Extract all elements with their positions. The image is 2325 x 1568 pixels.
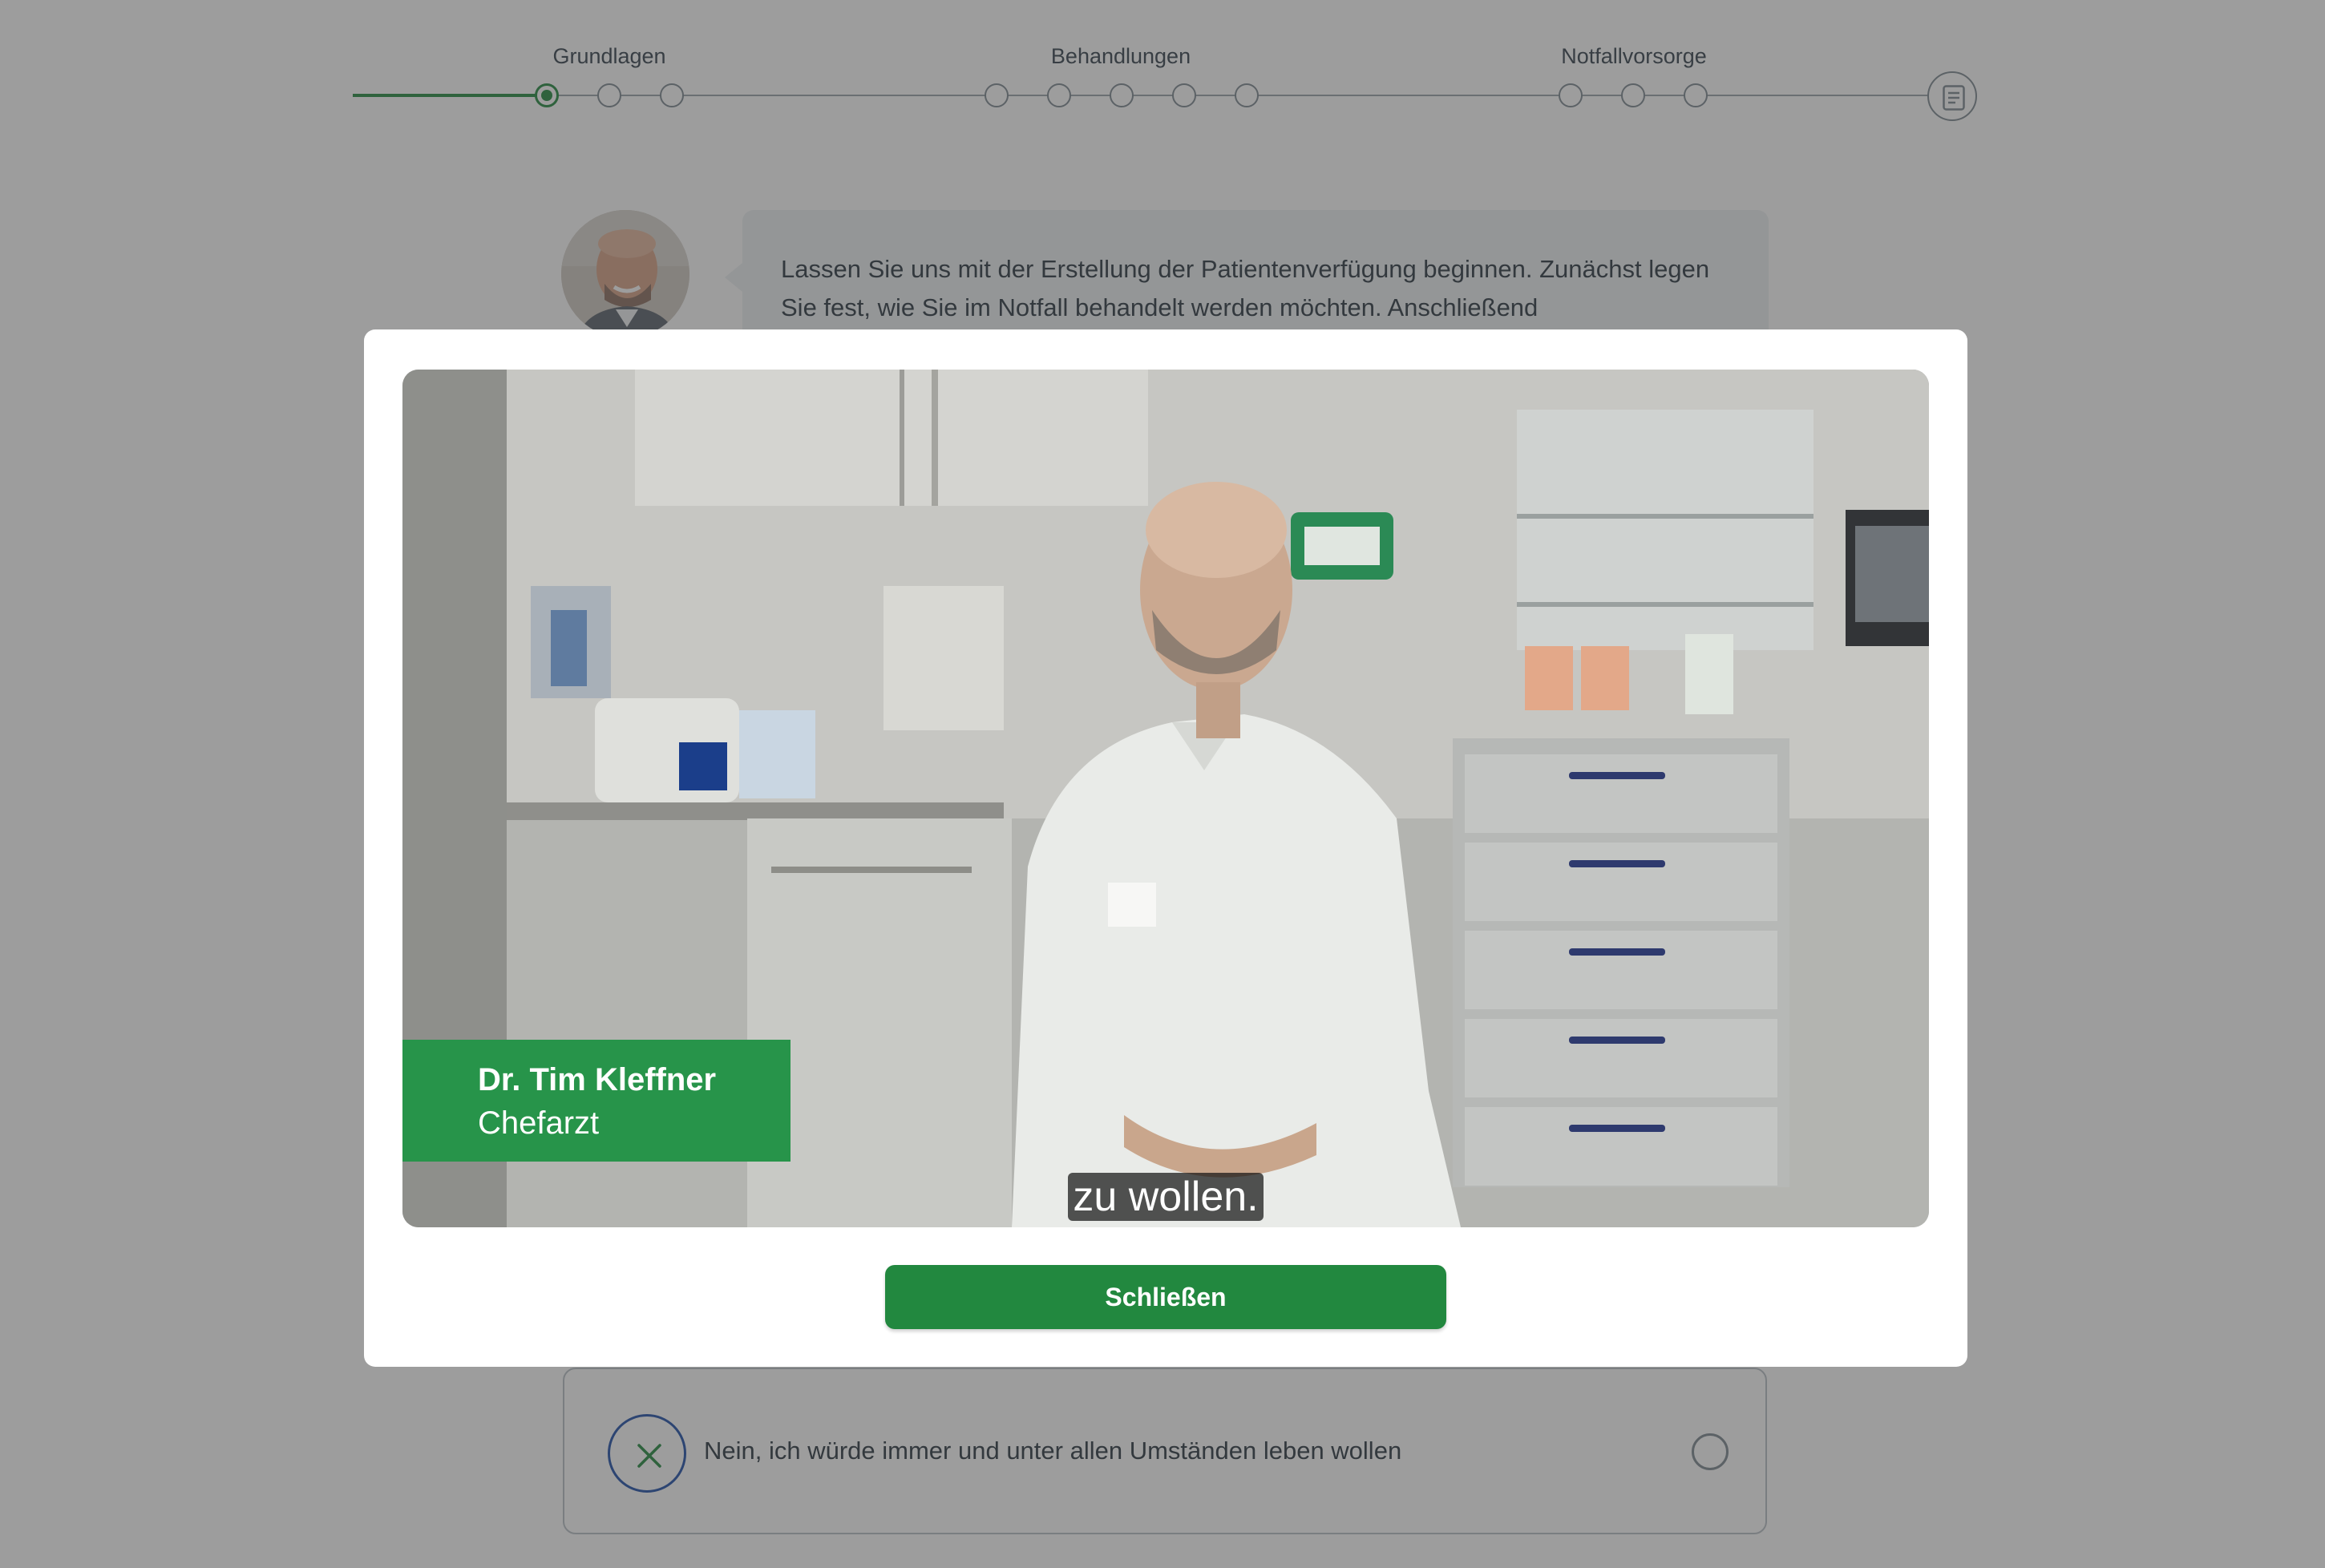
subtitle-text: zu wollen. [1068,1173,1264,1221]
speaker-role: Chefarzt [478,1105,600,1141]
speaker-lower-third: Dr. Tim Kleffner Chefarzt [402,1040,790,1162]
video-player[interactable]: Dr. Tim Kleffner Chefarzt zu wollen. [402,370,1929,1227]
speaker-name: Dr. Tim Kleffner [478,1062,717,1097]
video-subtitle: zu wollen. [402,1173,1929,1221]
video-modal: Dr. Tim Kleffner Chefarzt zu wollen. Sch… [364,329,1967,1367]
close-modal-button[interactable]: Schließen [885,1265,1446,1329]
